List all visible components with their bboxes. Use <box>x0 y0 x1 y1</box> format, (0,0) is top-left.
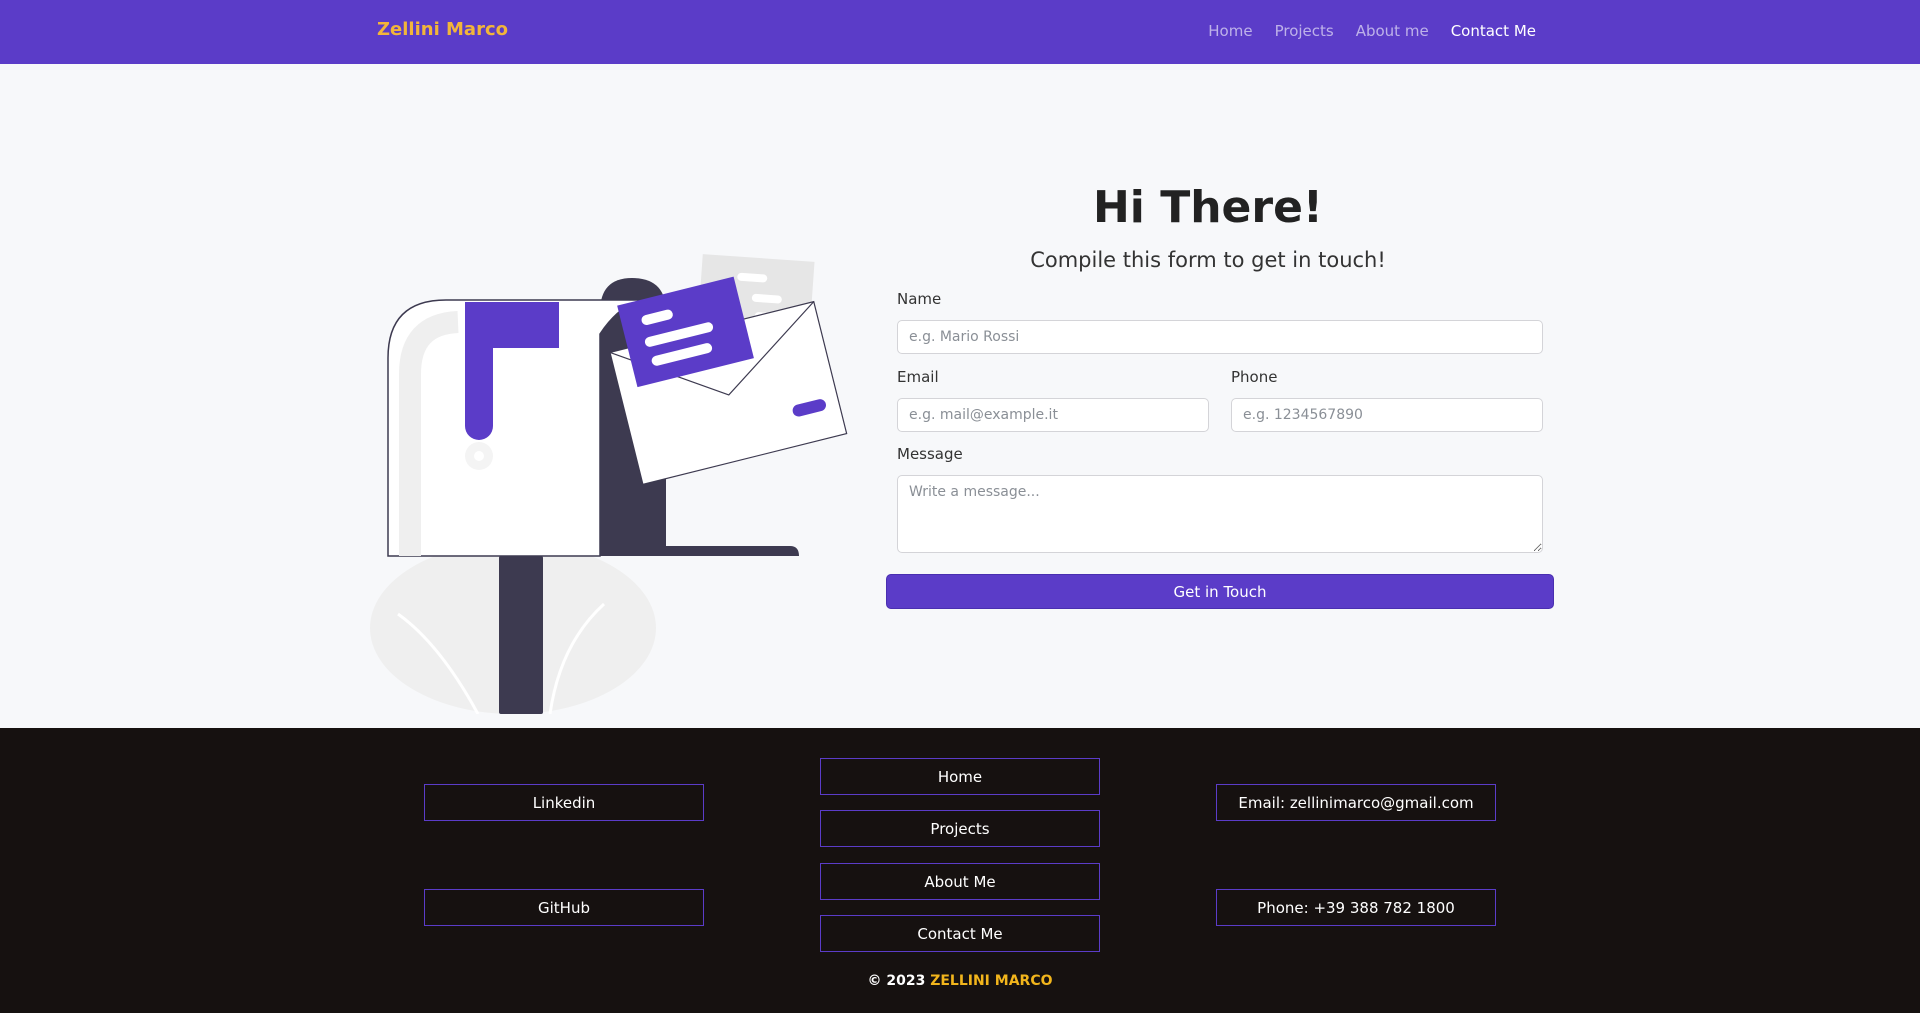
phone-input[interactable] <box>1231 398 1543 432</box>
copyright: © 2023 ZELLINI MARCO <box>0 973 1920 989</box>
navbar-brand[interactable]: Zellini Marco <box>377 19 508 40</box>
email-label: Email <box>897 368 939 386</box>
footer-nav-contact[interactable]: Contact Me <box>820 915 1100 952</box>
contact-form: Hi There! Compile this form to get in to… <box>886 64 1556 728</box>
get-in-touch-button[interactable]: Get in Touch <box>886 574 1554 609</box>
mailbox-illustration <box>370 254 848 714</box>
navbar: Zellini Marco Home Projects About me Con… <box>0 0 1920 64</box>
nav-link-projects[interactable]: Projects <box>1275 22 1334 40</box>
phone-label: Phone <box>1231 368 1278 386</box>
email-input[interactable] <box>897 398 1209 432</box>
copyright-prefix: © 2023 <box>867 973 926 989</box>
navbar-links: Home Projects About me Contact Me <box>1208 22 1536 40</box>
message-textarea[interactable] <box>897 475 1543 553</box>
footer-nav-about[interactable]: About Me <box>820 863 1100 900</box>
page-title: Hi There! <box>1092 182 1323 233</box>
copyright-name: ZELLINI MARCO <box>930 973 1053 989</box>
page-subtitle: Compile this form to get in touch! <box>1030 248 1386 272</box>
name-label: Name <box>897 290 942 308</box>
footer: Linkedin GitHub Home Projects About Me C… <box>0 728 1920 1013</box>
footer-nav-home[interactable]: Home <box>820 758 1100 795</box>
footer-nav-projects[interactable]: Projects <box>820 810 1100 847</box>
contact-section: Hi There! Compile this form to get in to… <box>0 64 1920 728</box>
nav-link-contact[interactable]: Contact Me <box>1451 22 1536 40</box>
nav-link-home[interactable]: Home <box>1208 22 1252 40</box>
footer-email-link[interactable]: Email: zellinimarco@gmail.com <box>1216 784 1496 821</box>
github-link[interactable]: GitHub <box>424 889 704 926</box>
linkedin-link[interactable]: Linkedin <box>424 784 704 821</box>
name-input[interactable] <box>897 320 1543 354</box>
footer-phone-link[interactable]: Phone: +39 388 782 1800 <box>1216 889 1496 926</box>
message-label: Message <box>897 445 963 463</box>
nav-link-about[interactable]: About me <box>1356 22 1429 40</box>
